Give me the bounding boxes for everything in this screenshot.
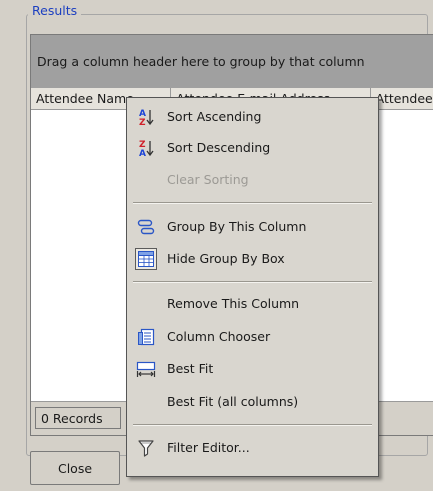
sort-ascending-icon: A Z (136, 107, 156, 127)
menu-item-label: Filter Editor... (167, 440, 250, 455)
results-legend: Results (28, 3, 82, 18)
menu-item-label: Hide Group By Box (167, 251, 285, 266)
column-header-attendee[interactable]: Attendee (371, 88, 433, 109)
group-by-panel-text: Drag a column header here to group by th… (37, 54, 365, 69)
menu-item-hide-group-by-box[interactable]: Hide Group By Box (127, 244, 378, 274)
column-context-menu: A Z Sort Ascending Z A Sort Descending C… (126, 97, 379, 477)
menu-item-column-chooser[interactable]: Column Chooser (127, 322, 378, 352)
menu-item-sort-ascending[interactable]: A Z Sort Ascending (127, 102, 378, 132)
svg-text:A: A (139, 149, 146, 158)
menu-separator (133, 424, 372, 426)
sort-descending-icon: Z A (136, 138, 156, 158)
group-by-panel[interactable]: Drag a column header here to group by th… (31, 35, 433, 88)
menu-item-label: Best Fit (all columns) (167, 394, 299, 409)
group-by-icon (136, 217, 156, 237)
menu-item-remove-this-column[interactable]: Remove This Column (127, 289, 378, 319)
menu-item-label: Column Chooser (167, 329, 271, 344)
menu-item-filter-editor[interactable]: Filter Editor... (127, 433, 378, 463)
menu-item-label: Group By This Column (167, 219, 307, 234)
close-button[interactable]: Close (30, 451, 120, 485)
column-chooser-icon (136, 327, 156, 347)
svg-text:Z: Z (139, 118, 146, 127)
menu-item-label: Remove This Column (167, 296, 300, 311)
menu-item-clear-sorting: Clear Sorting (127, 165, 378, 195)
record-count: 0 Records (35, 407, 121, 429)
menu-item-label: Sort Descending (167, 140, 271, 155)
menu-item-label: Best Fit (167, 361, 214, 376)
group-box-icon (135, 248, 157, 270)
menu-item-best-fit[interactable]: Best Fit (127, 354, 378, 384)
menu-item-label: Clear Sorting (167, 172, 249, 187)
menu-item-best-fit-all-columns[interactable]: Best Fit (all columns) (127, 387, 378, 417)
filter-icon (136, 438, 156, 458)
menu-item-label: Sort Ascending (167, 109, 262, 124)
menu-separator (133, 281, 372, 283)
window: Results Drag a column header here to gro… (0, 0, 433, 491)
best-fit-icon (136, 359, 156, 379)
menu-item-sort-descending[interactable]: Z A Sort Descending (127, 133, 378, 163)
menu-item-group-by-this-column[interactable]: Group By This Column (127, 212, 378, 242)
menu-separator (133, 202, 372, 204)
